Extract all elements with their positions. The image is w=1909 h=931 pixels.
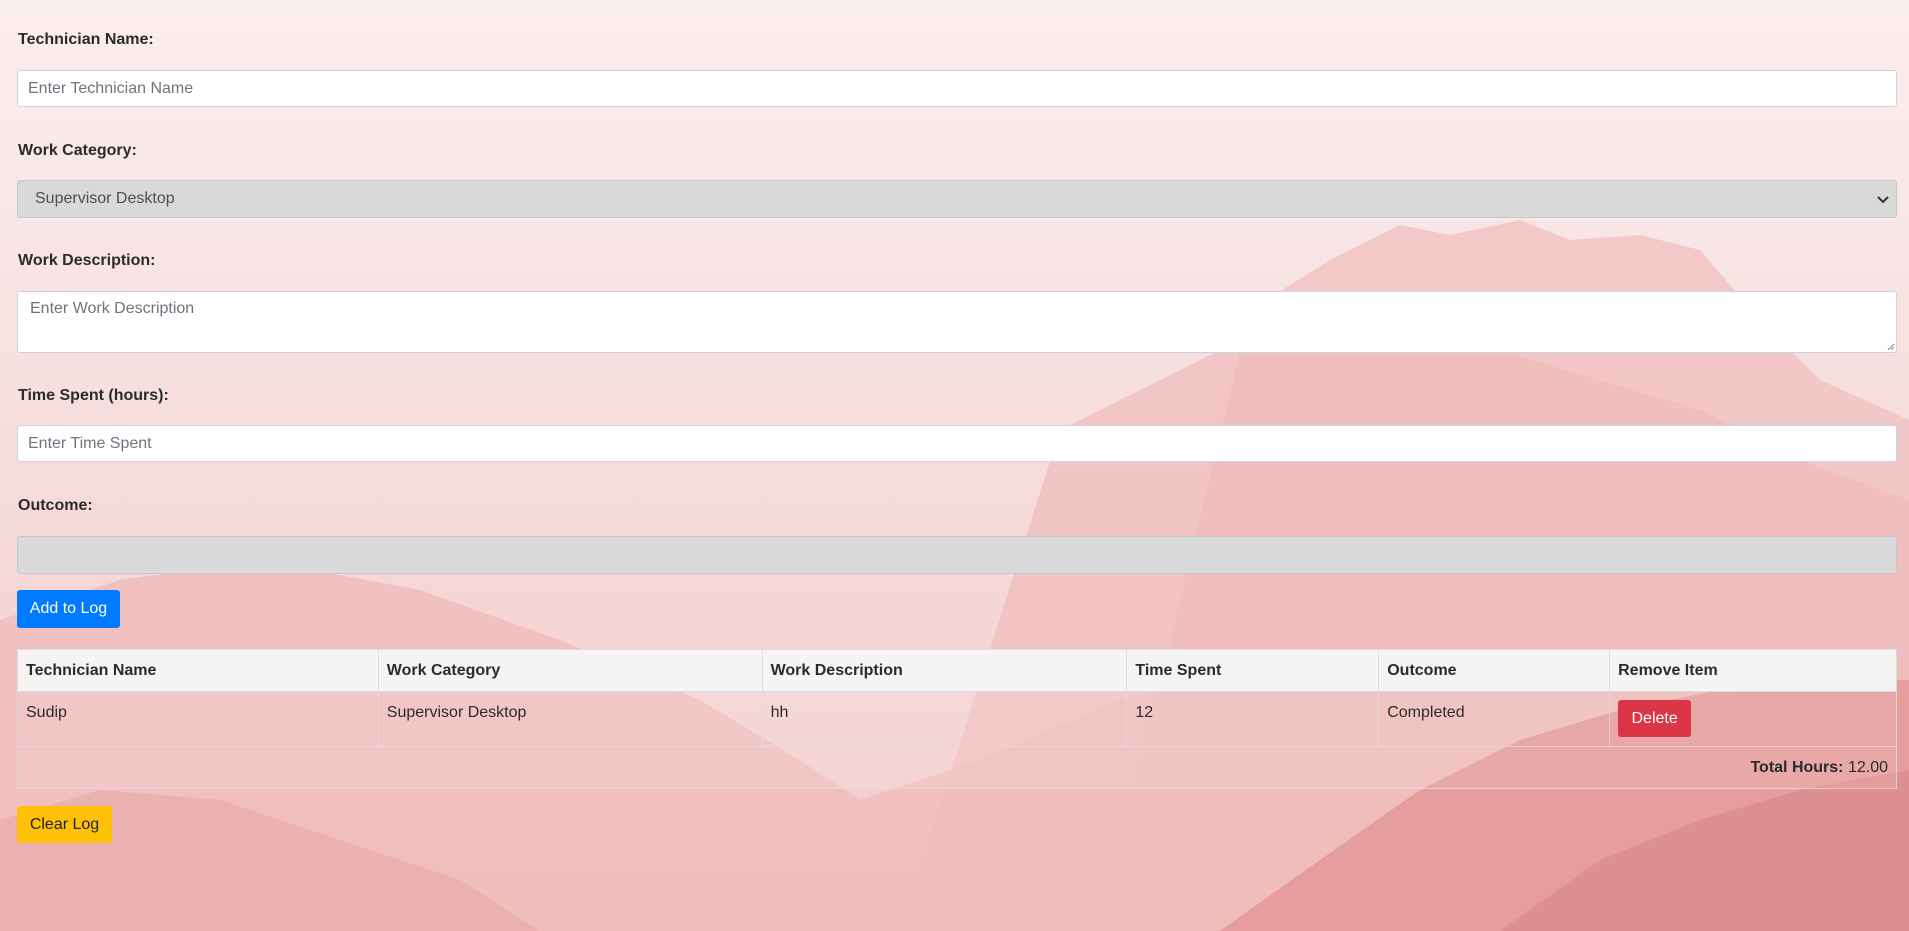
cell-remove-item: Delete <box>1609 691 1897 747</box>
work-description-wrapper <box>17 291 1897 353</box>
work-description-label: Work Description: <box>18 252 156 269</box>
total-hours-label: Total Hours: <box>1750 758 1844 776</box>
total-cell: Total Hours: 12.00 <box>17 746 1897 789</box>
work-category-select[interactable]: Supervisor Desktop <box>17 180 1897 218</box>
outcome-label: Outcome: <box>18 497 93 514</box>
resize-grip-icon[interactable] <box>1886 342 1895 351</box>
cell-technician-name: Sudip <box>17 691 379 747</box>
cell-work-description: hh <box>761 691 1128 747</box>
work-description-textarea[interactable] <box>17 291 1897 353</box>
total-row: Total Hours: 12.00 <box>17 746 1897 789</box>
work-category-selected-value: Supervisor Desktop <box>35 190 175 207</box>
header-work-description: Work Description <box>761 649 1128 692</box>
log-table: Technician Name Work Category Work Descr… <box>17 649 1897 789</box>
clear-log-button[interactable]: Clear Log <box>17 806 112 843</box>
header-time-spent: Time Spent <box>1126 649 1380 692</box>
time-spent-label: Time Spent (hours): <box>18 387 169 404</box>
work-category-label: Work Category: <box>18 142 137 159</box>
header-remove-item: Remove Item <box>1609 649 1897 692</box>
cell-time-spent: 12 <box>1126 691 1380 747</box>
table-row: Sudip Supervisor Desktop hh 12 Completed… <box>17 691 1897 747</box>
time-spent-input[interactable] <box>17 425 1897 462</box>
cell-outcome: Completed <box>1378 691 1611 747</box>
table-header-row: Technician Name Work Category Work Descr… <box>17 649 1897 692</box>
add-to-log-button[interactable]: Add to Log <box>17 590 120 628</box>
cell-work-category: Supervisor Desktop <box>377 691 763 747</box>
chevron-down-icon <box>1877 196 1889 204</box>
header-work-category: Work Category <box>377 649 763 692</box>
technician-name-input[interactable] <box>17 70 1897 107</box>
outcome-select[interactable] <box>17 536 1897 574</box>
background-image <box>0 0 1909 931</box>
header-technician-name: Technician Name <box>17 649 379 692</box>
total-hours-value: 12.00 <box>1847 758 1888 776</box>
technician-name-label: Technician Name: <box>18 31 154 48</box>
delete-button[interactable]: Delete <box>1618 700 1692 737</box>
header-outcome: Outcome <box>1378 649 1611 692</box>
